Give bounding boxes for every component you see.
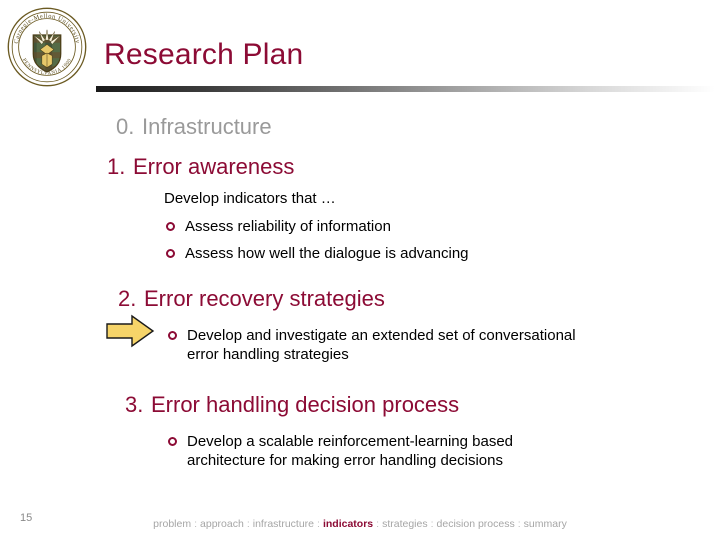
section3-bullet-0[interactable]: Develop a scalable reinforcement-learnin…	[168, 432, 587, 470]
outline-item-error-awareness[interactable]: 1. Error awareness	[107, 154, 294, 180]
breadcrumb-separator: :	[194, 518, 198, 530]
outline-label-3: Error handling decision process	[151, 392, 460, 417]
outline-item-infrastructure[interactable]: 0. Infrastructure	[116, 114, 272, 140]
breadcrumb-separator: :	[246, 518, 250, 530]
breadcrumb-summary[interactable]: summary	[524, 518, 567, 530]
outline-label-2: Error recovery strategies	[144, 286, 385, 311]
section2-bullet-text-0: Develop and investigate an extended set …	[187, 327, 576, 363]
outline-number-1: 1.	[107, 154, 126, 179]
section3-bullet-text-0: Develop a scalable reinforcement-learnin…	[187, 433, 514, 469]
outline-number-3: 3.	[125, 392, 144, 417]
ring-bullet-icon	[166, 249, 175, 258]
outline-item-error-handling-decision-process[interactable]: 3. Error handling decision process	[125, 392, 459, 418]
right-arrow-pointer-icon	[106, 314, 155, 348]
breadcrumb-problem[interactable]: problem	[153, 518, 191, 530]
section2-bullet-0[interactable]: Develop and investigate an extended set …	[168, 326, 587, 364]
page-title: Research Plan	[104, 38, 304, 71]
carnegie-mellon-seal-logo: Carnegie-Mellon University PENNSYLVANIA …	[7, 7, 87, 87]
outline-label-0: Infrastructure	[142, 114, 272, 139]
section1-bullet-text-0: Assess reliability of information	[185, 218, 391, 235]
section1-bullet-1[interactable]: Assess how well the dialogue is advancin…	[166, 244, 469, 263]
breadcrumb-separator: :	[317, 518, 320, 530]
ring-bullet-icon	[166, 222, 175, 231]
section1-bullet-text-1: Assess how well the dialogue is advancin…	[185, 245, 469, 262]
breadcrumb-approach[interactable]: approach	[200, 518, 244, 530]
breadcrumb-infrastructure[interactable]: infrastructure	[253, 518, 314, 530]
outline-item-error-recovery-strategies[interactable]: 2. Error recovery strategies	[118, 286, 385, 312]
section1-lead-text: Develop indicators that …	[164, 190, 336, 207]
outline-number-2: 2.	[118, 286, 137, 311]
title-divider-gradient	[96, 86, 715, 92]
breadcrumb-indicators[interactable]: indicators	[323, 518, 373, 530]
breadcrumb-separator: :	[430, 518, 434, 530]
section1-bullet-0[interactable]: Assess reliability of information	[166, 217, 391, 236]
breadcrumb-strategies[interactable]: strategies	[382, 518, 428, 530]
breadcrumb-decision-process[interactable]: decision process	[437, 518, 515, 530]
breadcrumb-separator: :	[517, 518, 521, 530]
outline-label-1: Error awareness	[133, 154, 295, 179]
footer-breadcrumb-nav: problem: approach: infrastructure: indicato…	[0, 518, 720, 530]
slide-body: 0. Infrastructure 1. Error awareness Devel…	[0, 104, 720, 500]
outline-number-0: 0.	[116, 114, 135, 139]
ring-bullet-icon	[168, 331, 177, 340]
ring-bullet-icon	[168, 437, 177, 446]
breadcrumb-separator: :	[376, 518, 380, 530]
